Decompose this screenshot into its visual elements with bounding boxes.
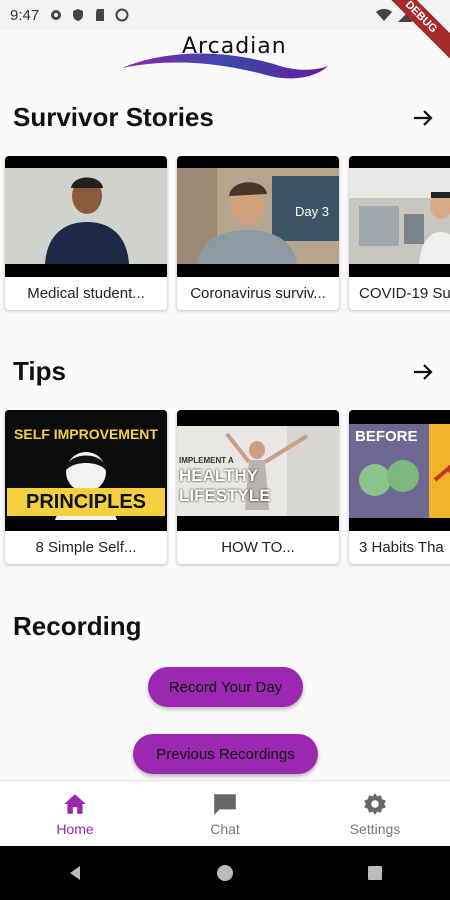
video-thumbnail — [349, 156, 450, 277]
thumbnail-text-bottom: PRINCIPLES — [25, 491, 147, 513]
survivor-see-all-button[interactable] — [408, 103, 438, 133]
section-title-survivor: Survivor Stories — [13, 102, 214, 132]
tips-see-all-button[interactable] — [408, 357, 438, 387]
status-time: 9:47 — [10, 6, 40, 24]
arrow-right-icon — [414, 110, 433, 126]
video-thumbnail: SELF IMPROVEMENT PRINCIPLES — [5, 410, 167, 531]
thumbnail-overlay-text: Day 3 — [295, 204, 329, 219]
bottom-navigation: Home Chat Settings — [0, 780, 450, 846]
video-thumbnail: IMPLEMENT A HEALTHY LIFESTYLE — [177, 410, 339, 531]
nav-settings[interactable]: Settings — [300, 781, 450, 846]
home-circle-icon[interactable] — [216, 864, 234, 882]
video-card[interactable]: COVID-19 Su — [349, 156, 450, 310]
nav-home[interactable]: Home — [0, 781, 150, 846]
section-title-tips: Tips — [13, 356, 66, 386]
system-navigation-bar — [0, 846, 450, 900]
nav-label: Chat — [210, 820, 240, 837]
video-thumbnail: Day 3 — [177, 156, 339, 277]
thumbnail-text-top: SELF IMPROVEMENT — [14, 426, 158, 442]
previous-recordings-button[interactable]: Previous Recordings — [133, 734, 318, 774]
tips-card-row[interactable]: SELF IMPROVEMENT PRINCIPLES 8 Simple Sel… — [0, 410, 450, 570]
wifi-icon — [376, 9, 392, 21]
video-card[interactable]: Medical student... — [5, 156, 167, 310]
gear-icon — [364, 792, 386, 815]
home-icon — [64, 793, 86, 814]
sdcard-status-icon — [96, 9, 105, 21]
video-caption: Coronavirus surviv... — [190, 285, 326, 302]
shield-status-icon — [73, 9, 84, 21]
status-bar: 9:47 DEBUG — [0, 0, 450, 63]
settings-status-icon — [51, 10, 62, 20]
logo-text: Arcadian — [182, 34, 287, 59]
back-icon[interactable] — [66, 864, 84, 882]
video-thumbnail: BEFORE — [349, 410, 450, 531]
video-caption: HOW TO... — [221, 539, 295, 556]
video-card[interactable]: SELF IMPROVEMENT PRINCIPLES 8 Simple Sel… — [5, 410, 167, 564]
video-caption: Medical student... — [27, 285, 145, 302]
thumbnail-text-top: BEFORE — [355, 428, 418, 445]
video-caption: 8 Simple Self... — [35, 539, 137, 556]
video-caption: 3 Habits Tha — [359, 539, 444, 556]
nav-label: Settings — [349, 820, 401, 837]
arrow-right-icon — [414, 364, 433, 380]
sync-status-icon — [115, 8, 129, 22]
video-caption: COVID-19 Su — [359, 285, 450, 302]
video-thumbnail — [5, 156, 167, 277]
video-card[interactable]: IMPLEMENT A HEALTHY LIFESTYLE HOW TO... — [177, 410, 339, 564]
record-your-day-button[interactable]: Record Your Day — [148, 667, 303, 707]
chat-icon — [214, 793, 236, 815]
section-title-recording: Recording — [13, 611, 142, 641]
survivor-card-row[interactable]: Medical student... Day 3 Coronavirus sur… — [0, 156, 450, 316]
nav-chat[interactable]: Chat — [150, 781, 300, 846]
video-card[interactable]: BEFORE 3 Habits Tha — [349, 410, 450, 564]
thumbnail-text-bottom: HEALTHY LIFESTYLE — [179, 466, 271, 505]
nav-label: Home — [56, 820, 94, 837]
thumbnail-text-top: IMPLEMENT A — [179, 456, 234, 465]
app-logo: Arcadian — [0, 30, 450, 92]
recents-icon[interactable] — [366, 864, 384, 882]
video-card[interactable]: Day 3 Coronavirus surviv... — [177, 156, 339, 310]
